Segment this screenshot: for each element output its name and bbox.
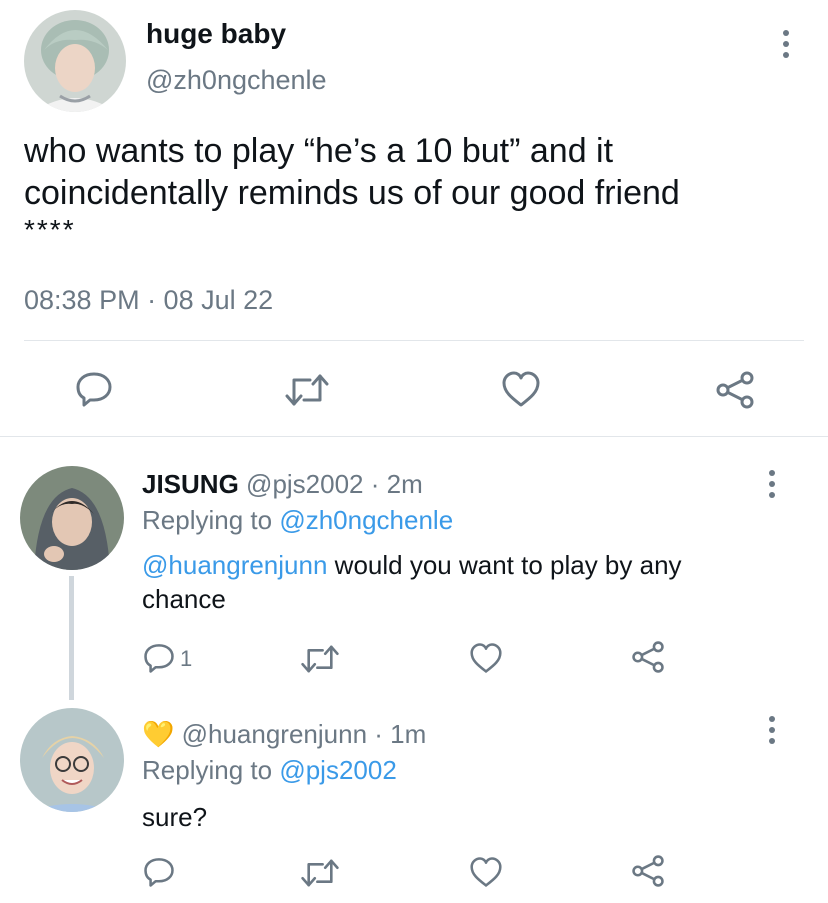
main-tweet-text-line1: who wants to play “he’s a 10 but” and it (24, 132, 614, 170)
reply-icon[interactable] (142, 642, 176, 674)
replying-to-handle[interactable]: @zh0ngchenle (279, 505, 453, 535)
main-tweet-text-line3: **** (24, 214, 76, 245)
divider (24, 340, 804, 341)
replying-to-label: Replying to (142, 755, 273, 785)
reply-avatar-huangrenjunn[interactable] (20, 708, 124, 812)
share-icon[interactable] (630, 854, 666, 888)
retweet-icon[interactable] (284, 372, 330, 408)
yellow-heart-icon: 💛 (142, 719, 175, 749)
replying-to-handle[interactable]: @pjs2002 (279, 755, 396, 785)
reply-display-name[interactable]: JISUNG (142, 469, 239, 499)
reply-count: 1 (180, 646, 193, 671)
reply-handle-time[interactable]: @huangrenjunn · 1m (182, 719, 427, 749)
mention-link[interactable]: @huangrenjunn (142, 550, 327, 580)
reply-handle-time[interactable]: @pjs2002 · 2m (246, 469, 423, 499)
retweet-icon[interactable] (300, 857, 340, 889)
retweet-icon[interactable] (300, 643, 340, 675)
reply-text-line2: chance (142, 584, 226, 614)
main-timestamp[interactable]: 08:38 PM · 08 Jul 22 (24, 284, 273, 316)
reply-avatar-jisung[interactable] (20, 466, 124, 570)
share-icon[interactable] (630, 640, 666, 674)
reply-text: would you want to play by any (327, 550, 682, 580)
divider (0, 436, 828, 437)
heart-icon[interactable] (500, 370, 542, 408)
more-icon[interactable] (760, 466, 784, 502)
main-display-name[interactable]: huge baby (146, 18, 286, 50)
replying-to-line: Replying to @pjs2002 (142, 754, 397, 786)
share-icon[interactable] (714, 370, 756, 410)
reply-text: sure? (142, 802, 208, 832)
main-tweet-text-line2: coincidentally reminds us of our good fr… (24, 174, 680, 212)
thread-line (69, 576, 74, 700)
reply-header-2: 💛 @huangrenjunn · 1m (142, 718, 426, 750)
heart-icon[interactable] (468, 642, 504, 674)
main-avatar[interactable] (24, 10, 126, 112)
more-icon[interactable] (774, 26, 798, 62)
main-handle[interactable]: @zh0ngchenle (146, 64, 327, 96)
heart-icon[interactable] (468, 856, 504, 888)
reply-header-1: JISUNG @pjs2002 · 2m (142, 468, 423, 500)
reply-icon[interactable] (142, 856, 176, 888)
replying-to-line: Replying to @zh0ngchenle (142, 504, 453, 536)
reply-icon[interactable] (74, 370, 114, 408)
reply-text-line1: @huangrenjunn would you want to play by … (142, 548, 682, 582)
more-icon[interactable] (760, 712, 784, 748)
replying-to-label: Replying to (142, 505, 273, 535)
